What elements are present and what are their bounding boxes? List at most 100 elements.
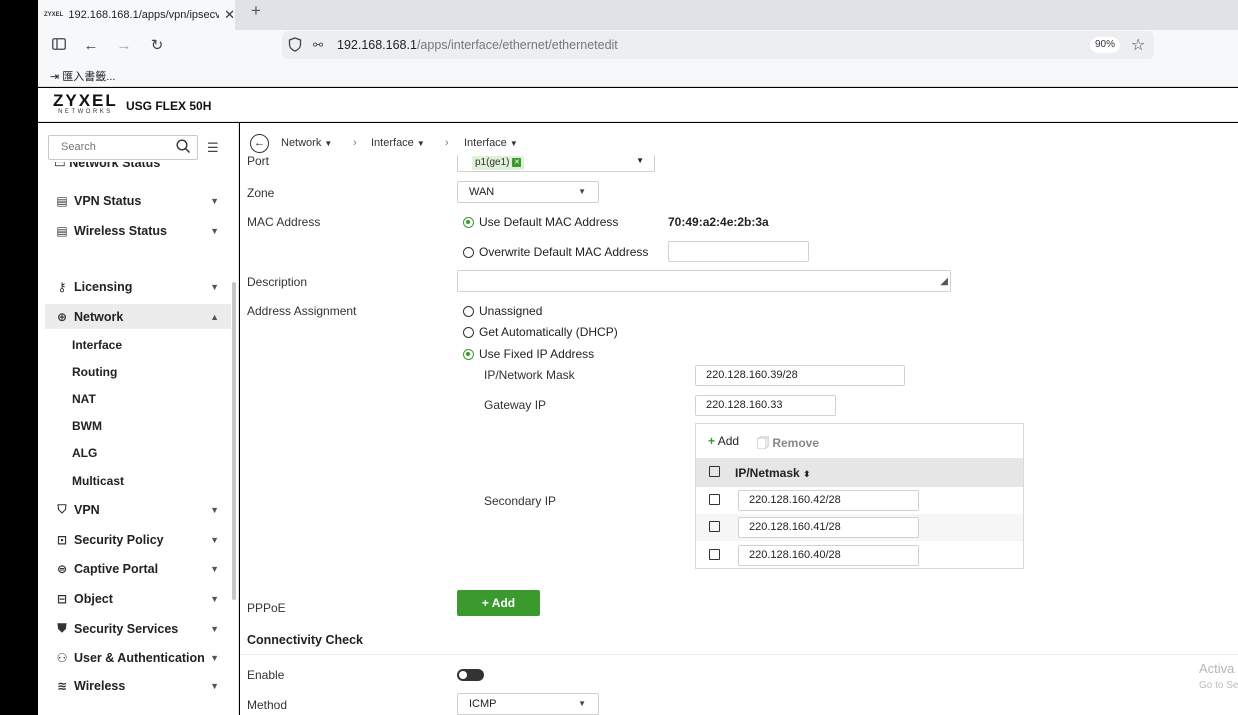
radio-icon	[463, 246, 474, 258]
zyxel-logo[interactable]: ZYXEL NETWORKS	[53, 92, 118, 115]
sidebar-item-licensing[interactable]: ⚷ Licensing ▼	[45, 274, 231, 299]
sidebar-item-vpn-status[interactable]: ▤ VPN Status ▼	[45, 188, 231, 213]
radio-icon	[463, 326, 474, 338]
browser-tab[interactable]: ZYXEL 192.168.168.1/apps/vpn/ipsecvp ✕	[38, 0, 235, 30]
row-checkbox[interactable]	[709, 494, 720, 508]
shield-icon: ⛉	[57, 502, 67, 516]
caret-down-icon: ▼	[324, 139, 333, 148]
method-select[interactable]: ICMP ▼	[457, 693, 599, 715]
reload-icon[interactable]: ↻	[147, 36, 167, 56]
sidebar-item-network[interactable]: ⊕ Network ▲	[45, 304, 231, 329]
zoom-badge[interactable]: 90%	[1090, 37, 1120, 53]
search-input[interactable]	[49, 136, 169, 158]
gateway-label: Gateway IP	[484, 398, 547, 412]
secondary-ip-input[interactable]: 220.128.160.42/28	[738, 490, 919, 511]
plus-icon: +	[481, 596, 489, 610]
remove-tag-icon[interactable]: ✕	[512, 157, 522, 167]
import-bookmarks[interactable]: ⇥ 匯入書籤...	[50, 68, 115, 84]
breadcrumb-interface-current[interactable]: Interface ▼	[464, 137, 518, 149]
enable-toggle[interactable]	[457, 669, 484, 681]
port-tag[interactable]: p1(ge1) ✕	[472, 156, 525, 170]
address-assignment-label: Address Assignment	[247, 304, 357, 318]
bookmarks-bar	[38, 63, 1238, 87]
close-tab-icon[interactable]: ✕	[224, 7, 235, 23]
gateway-input[interactable]: 220.128.160.33	[695, 395, 836, 416]
users-icon: ⚇	[56, 650, 68, 665]
row-checkbox[interactable]	[709, 549, 720, 563]
secondary-ip-input[interactable]: 220.128.160.41/28	[738, 517, 919, 538]
zone-select[interactable]: WAN ▼	[457, 181, 599, 203]
secondary-ip-label: Secondary IP	[484, 494, 557, 508]
pppoe-label: PPPoE	[247, 601, 286, 615]
row-checkbox[interactable]	[709, 521, 720, 535]
sidebar-item-security-policy[interactable]: ⊡ Security Policy ▼	[45, 527, 231, 552]
tab-favicon: ZYXEL	[44, 12, 64, 18]
sidebar-item-object[interactable]: ⊟ Object ▼	[45, 586, 231, 611]
key-icon: ⚷	[57, 279, 67, 294]
sidebar-toggle-icon[interactable]	[49, 36, 69, 56]
description-textarea[interactable]: ◢	[457, 270, 951, 292]
mac-default-value: 70:49:a2:4e:2b:3a	[668, 215, 769, 229]
mac-overwrite-radio[interactable]: Overwrite Default MAC Address	[463, 245, 648, 259]
tab-title: 192.168.168.1/apps/vpn/ipsecvp	[68, 9, 220, 21]
forward-icon[interactable]: →	[114, 36, 134, 56]
sidebar-sub-bwm[interactable]: BWM	[72, 419, 102, 433]
collapse-menu-icon[interactable]: ☰	[207, 140, 219, 156]
select-all-checkbox[interactable]	[709, 466, 720, 480]
method-label: Method	[247, 698, 288, 712]
sidebar-item-captive-portal[interactable]: ⊜ Captive Portal ▼	[45, 556, 231, 581]
sidebar-item-wireless-status[interactable]: ▤ Wireless Status ▼	[45, 218, 231, 243]
ip-mask-input[interactable]: 220.128.160.39/28	[695, 365, 905, 386]
activation-watermark: Activa	[1199, 661, 1235, 676]
sidebar-item-security-services[interactable]: ⛊ Security Services ▼	[45, 616, 231, 641]
wireless-status-icon: ▤	[56, 223, 68, 238]
sidebar-item-wireless[interactable]: ≋ Wireless ▼	[45, 676, 231, 696]
url-text[interactable]: 192.168.168.1/apps/interface/ethernet/et…	[337, 38, 618, 52]
caret-down-icon: ▼	[416, 139, 425, 148]
sidebar-sub-multicast[interactable]: Multicast	[72, 474, 124, 488]
shield-check-icon: ⛊	[57, 621, 67, 635]
new-tab-icon[interactable]: +	[251, 1, 261, 21]
addr-fixed-radio[interactable]: Use Fixed IP Address	[463, 347, 594, 361]
chevron-down-icon: ▼	[578, 187, 586, 196]
captive-portal-icon: ⊜	[56, 561, 68, 576]
secondary-ip-input[interactable]: 220.128.160.40/28	[738, 545, 919, 566]
back-icon[interactable]: ←	[81, 36, 101, 56]
chevron-down-icon: ▼	[210, 652, 219, 663]
radio-icon	[463, 305, 474, 317]
row-divider	[696, 486, 1023, 487]
pppoe-add-button[interactable]: + Add	[457, 590, 540, 616]
search-icon[interactable]	[176, 139, 191, 157]
radio-selected-icon	[463, 348, 474, 360]
secondary-add-button[interactable]: + Add	[708, 434, 739, 448]
sidebar-sub-routing[interactable]: Routing	[72, 365, 117, 379]
addr-unassigned-radio[interactable]: Unassigned	[463, 304, 542, 318]
import-icon: ⇥	[50, 71, 60, 83]
connectivity-check-heading: Connectivity Check	[247, 633, 364, 647]
chevron-up-icon: ▲	[210, 311, 219, 322]
resize-handle-icon[interactable]: ◢	[940, 272, 948, 291]
shield-icon[interactable]	[288, 37, 302, 55]
breadcrumb-network[interactable]: Network ▼	[281, 137, 332, 149]
sidebar-item-network-status-partial[interactable]: ▭ Network Status	[45, 162, 231, 176]
sidebar-item-user-auth[interactable]: ⚇ User & Authentication ▼	[45, 645, 231, 670]
sidebar-item-vpn[interactable]: ⛉ VPN ▼	[45, 497, 231, 522]
secondary-remove-button[interactable]: 🗍 Remove	[757, 434, 819, 455]
addr-dhcp-radio[interactable]: Get Automatically (DHCP)	[463, 325, 618, 339]
mac-default-radio[interactable]: Use Default MAC Address	[463, 215, 618, 229]
plus-icon: +	[708, 434, 716, 448]
back-arrow-icon[interactable]: ←	[250, 134, 269, 153]
chevron-down-icon: ▼	[210, 681, 219, 691]
mac-address-label: MAC Address	[247, 215, 321, 229]
breadcrumb-interface[interactable]: Interface ▼	[371, 137, 425, 149]
sidebar-sub-alg[interactable]: ALG	[72, 446, 97, 460]
column-ipnetmask[interactable]: IP/Netmask ⬍	[735, 466, 811, 480]
sidebar-sub-nat[interactable]: NAT	[72, 392, 96, 406]
mac-overwrite-input[interactable]	[668, 241, 809, 262]
sidebar-scrollbar[interactable]	[232, 282, 236, 600]
object-icon: ⊟	[56, 591, 68, 606]
sidebar-sub-interface[interactable]: Interface	[72, 338, 122, 352]
site-info-icon[interactable]: ⚯	[313, 38, 323, 52]
wifi-icon: ≋	[56, 679, 68, 693]
bookmark-star-icon[interactable]: ☆	[1131, 35, 1145, 55]
